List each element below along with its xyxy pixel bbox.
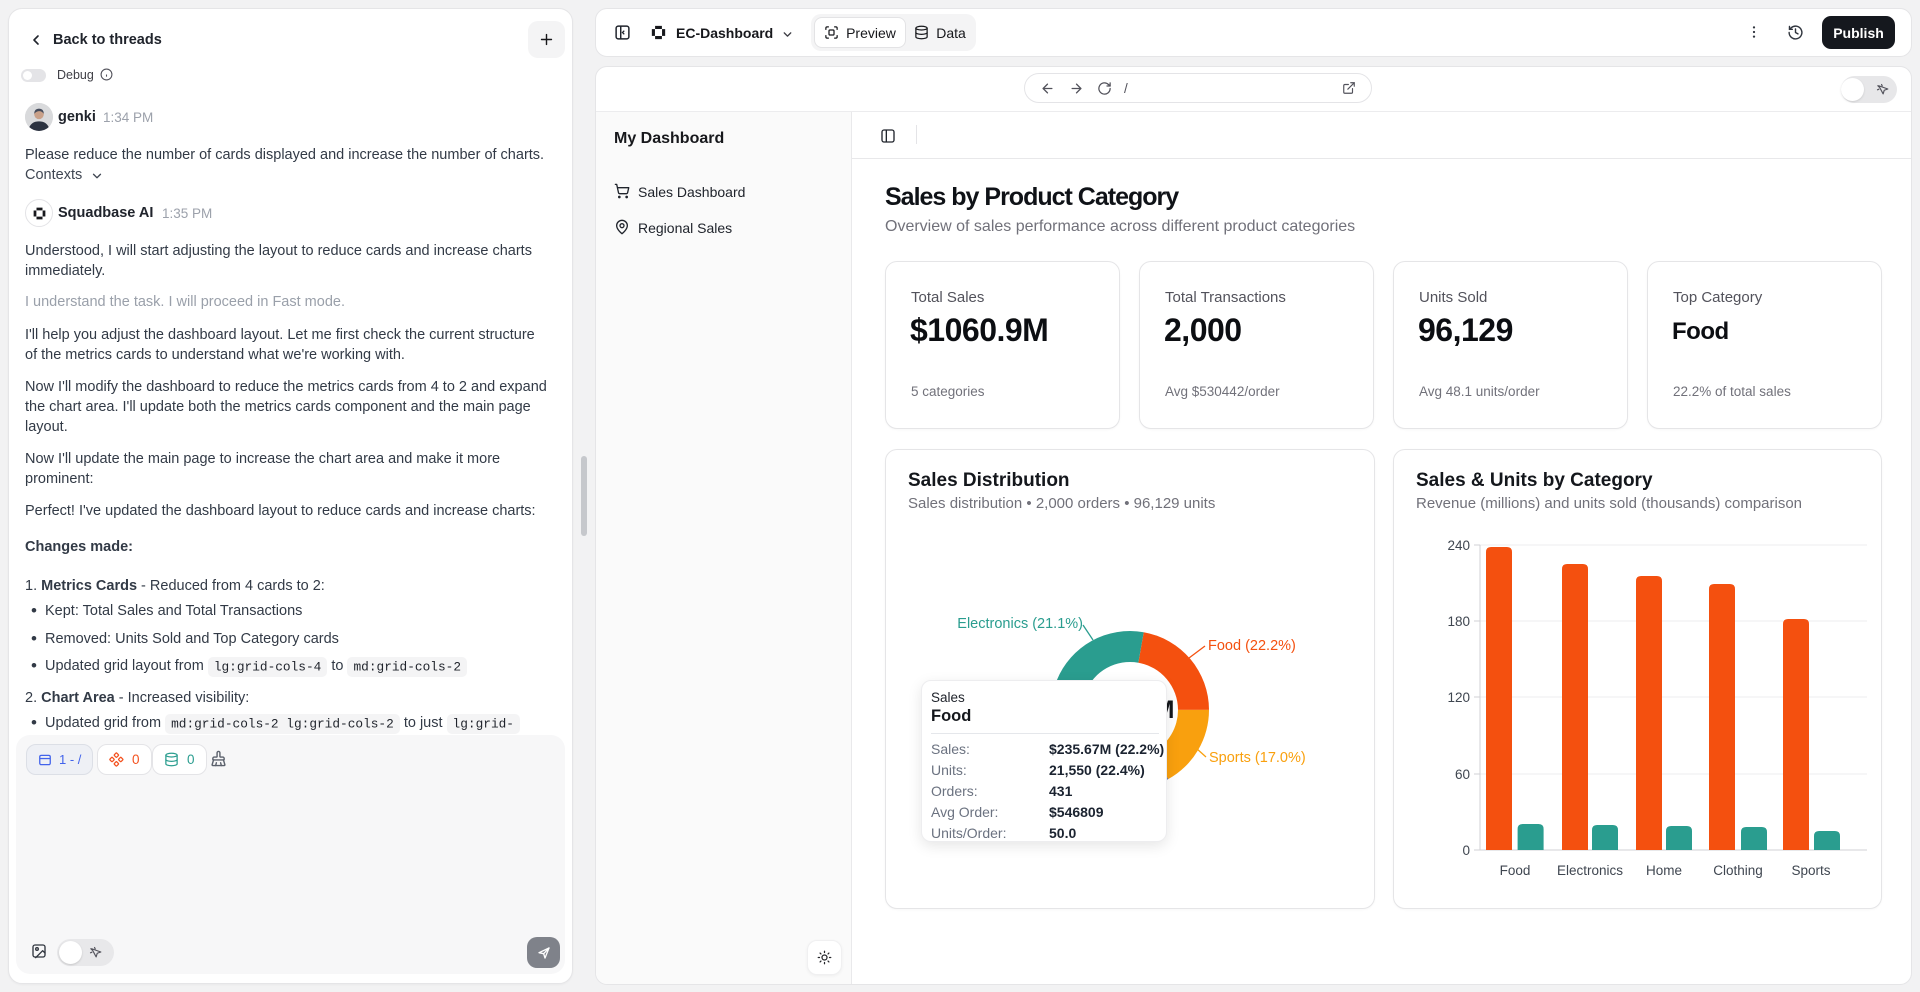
svg-text:Electronics: Electronics bbox=[1557, 863, 1623, 878]
svg-text:Sports: Sports bbox=[1791, 863, 1830, 878]
svg-text:120: 120 bbox=[1447, 690, 1470, 705]
svg-text:0: 0 bbox=[1462, 843, 1470, 858]
svg-text:Clothing: Clothing bbox=[1713, 863, 1763, 878]
svg-text:Food: Food bbox=[1500, 863, 1531, 878]
svg-text:Electronics (21.1%): Electronics (21.1%) bbox=[957, 616, 1083, 632]
svg-text:Sports (17.0%): Sports (17.0%) bbox=[1209, 750, 1306, 766]
svg-text:Home: Home bbox=[1646, 863, 1682, 878]
svg-text:60: 60 bbox=[1455, 767, 1470, 782]
svg-text:Food (22.2%): Food (22.2%) bbox=[1208, 638, 1296, 654]
svg-text:240: 240 bbox=[1447, 538, 1470, 553]
svg-text:180: 180 bbox=[1447, 614, 1470, 629]
